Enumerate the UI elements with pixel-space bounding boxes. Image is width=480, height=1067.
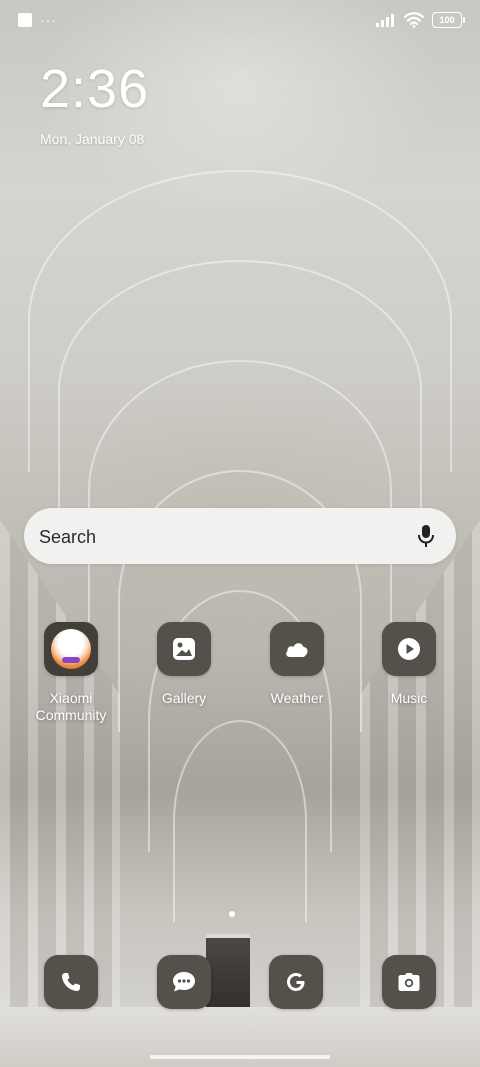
dock-camera[interactable] <box>382 955 436 1009</box>
gallery-glyph-icon <box>173 638 195 660</box>
app-label: Weather <box>270 690 324 706</box>
phone-icon <box>62 973 80 991</box>
app-music[interactable]: Music <box>359 622 459 707</box>
signal-icon <box>376 14 394 27</box>
xiaomi-community-logo <box>51 629 91 669</box>
app-label: Xiaomi Community <box>35 690 107 723</box>
xiaomi-community-icon[interactable] <box>44 622 98 676</box>
app-label: Music <box>390 690 428 706</box>
more-notifications-icon: ··· <box>40 12 57 28</box>
dock-messages[interactable] <box>157 955 211 1009</box>
vault-arch <box>173 720 307 922</box>
camera-icon <box>398 973 420 991</box>
app-weather[interactable]: Weather <box>247 622 347 707</box>
app-gallery[interactable]: Gallery <box>134 622 234 707</box>
weather-icon[interactable] <box>270 622 324 676</box>
wifi-icon <box>404 12 424 28</box>
search-placeholder[interactable]: Search <box>39 527 96 548</box>
dock-phone[interactable] <box>44 955 98 1009</box>
google-icon <box>287 973 305 991</box>
play-circle-icon <box>398 638 420 660</box>
status-left: ··· <box>18 13 57 27</box>
page-indicator-dot <box>229 911 235 917</box>
battery-icon: 100 <box>432 12 465 28</box>
search-bar[interactable]: Search <box>24 508 456 564</box>
notification-square-icon <box>18 13 32 27</box>
gallery-icon[interactable] <box>157 622 211 676</box>
gesture-nav-handle[interactable] <box>150 1055 330 1059</box>
status-bar: ··· 100 <box>0 0 480 40</box>
app-xiaomi-community[interactable]: Xiaomi Community <box>21 622 121 724</box>
dock-google[interactable] <box>269 955 323 1009</box>
cloud-icon <box>286 643 308 657</box>
clock-date[interactable]: Mon, January 08 <box>40 131 144 147</box>
clock-time[interactable]: 2:36 <box>40 58 149 120</box>
message-icon <box>173 972 195 992</box>
app-label: Gallery <box>161 690 207 706</box>
music-icon[interactable] <box>382 622 436 676</box>
mic-icon[interactable] <box>414 523 438 549</box>
status-right: 100 <box>376 12 465 28</box>
